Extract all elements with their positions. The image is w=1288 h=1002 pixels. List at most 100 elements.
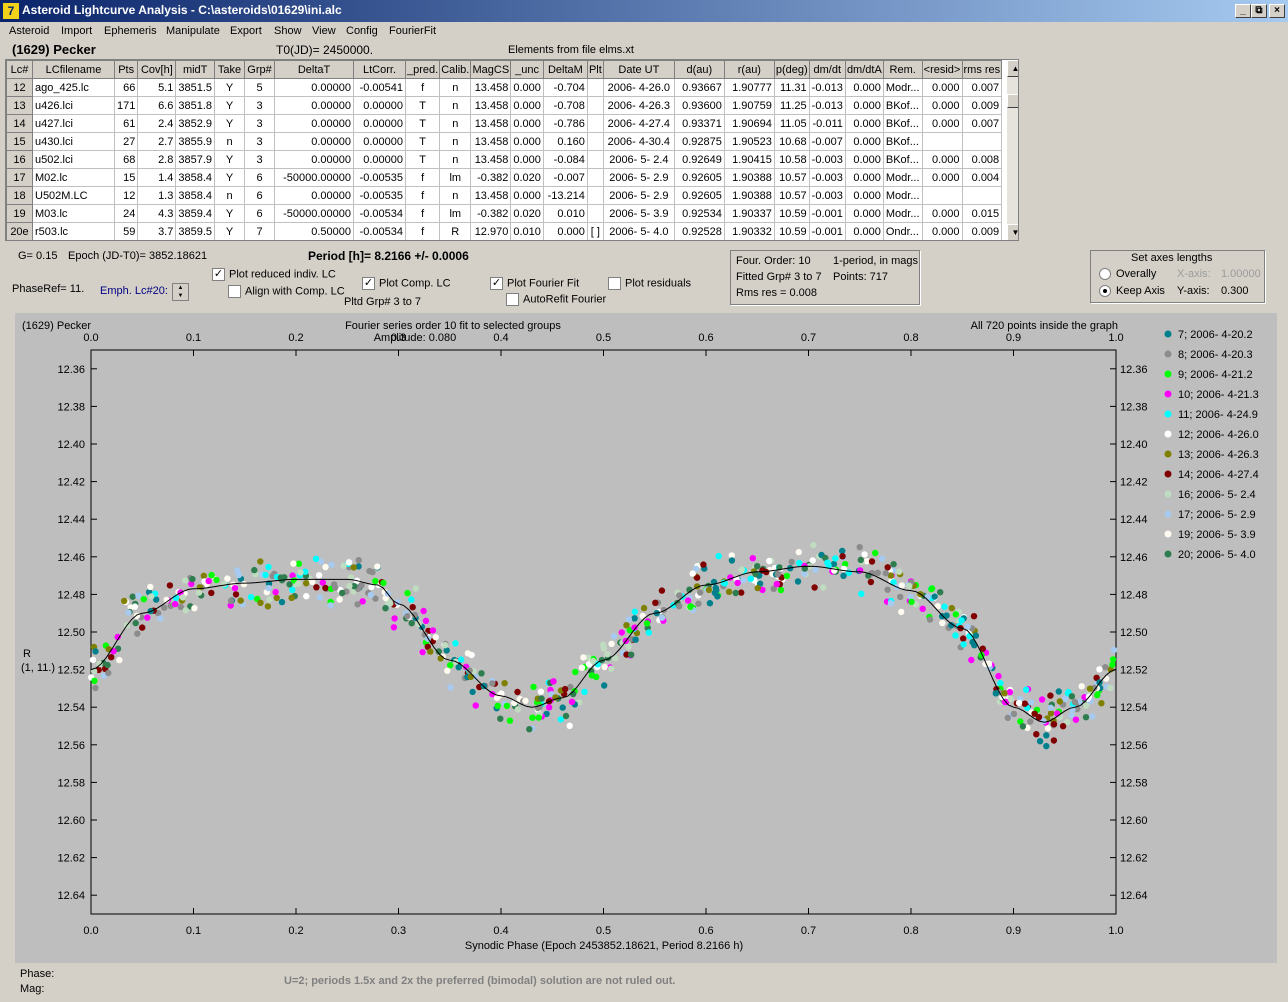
table-cell[interactable]: 3	[244, 114, 276, 133]
table-cell[interactable]: 4.3	[137, 204, 177, 223]
checkbox-box[interactable]: ✓	[490, 277, 503, 290]
table-cell[interactable]: 2006- 5- 3.9	[602, 204, 675, 223]
table-cell[interactable]	[586, 132, 604, 151]
table-row[interactable]: 19 M03.lc 24 4.3 3859.4 Y 6 -50000.00000 -0.0053…	[6, 204, 1003, 223]
table-cell[interactable]: 0.00000	[353, 132, 407, 151]
table-cell[interactable]	[586, 150, 604, 169]
table-cell[interactable]: 10.59	[773, 222, 810, 240]
table-cell[interactable]: M02.lc	[32, 168, 115, 187]
table-cell[interactable]: n	[439, 78, 472, 97]
table-cell[interactable]: -0.011	[808, 114, 846, 133]
table-cell[interactable]: 3	[244, 132, 276, 151]
table-cell[interactable]: -50000.00000	[274, 168, 355, 187]
table-cell[interactable]: BKof...	[882, 132, 923, 151]
table-cell[interactable]: 3859.4	[175, 204, 216, 223]
table-cell[interactable]: -0.013	[808, 78, 846, 97]
restore-button[interactable]: ⧉	[1251, 4, 1267, 18]
close-button[interactable]: ×	[1269, 4, 1285, 18]
table-cell[interactable]: BKof...	[882, 150, 923, 169]
table-cell[interactable]: 0.000	[844, 114, 884, 133]
table-cell[interactable]: u430.lci	[32, 132, 115, 151]
scroll-thumb[interactable]	[1007, 94, 1018, 108]
table-cell[interactable]: u502.lci	[32, 150, 115, 169]
align-checkbox[interactable]: Align with Comp. LC	[228, 285, 345, 298]
table-cell[interactable]: Y	[214, 222, 246, 240]
table-cell[interactable]: 5	[244, 78, 276, 97]
table-cell[interactable]: Modr...	[882, 186, 923, 205]
table-cell[interactable]: 3857.9	[175, 150, 216, 169]
row-header[interactable]: 18	[6, 186, 33, 205]
table-cell[interactable]: -0.00535	[353, 168, 407, 187]
scroll-down-icon[interactable]: ▼	[1007, 224, 1018, 240]
table-cell[interactable]: f	[405, 78, 441, 97]
table-cell[interactable]: 7	[244, 222, 276, 240]
table-cell[interactable]: Y	[214, 168, 246, 187]
column-header[interactable]: rms res	[961, 60, 1003, 79]
table-cell[interactable]: -13.214	[542, 186, 588, 205]
table-cell[interactable]: 61	[113, 114, 139, 133]
table-row[interactable]: 16 u502.lci 68 2.8 3857.9 Y 3 0.00000 0.00000 Tn 1…	[6, 150, 1003, 169]
table-cell[interactable]: 0.000	[921, 96, 963, 115]
table-cell[interactable]: 11.31	[773, 78, 810, 97]
column-header[interactable]: Cov[h]	[137, 60, 177, 79]
xaxis-value[interactable]: 1.00000	[1221, 268, 1261, 280]
table-cell[interactable]: 0.008	[961, 150, 1003, 169]
table-cell[interactable]: 1.90388	[723, 168, 775, 187]
table-cell[interactable]: 0.00000	[274, 96, 355, 115]
checkbox-box[interactable]	[228, 285, 241, 298]
table-cell[interactable]: 6	[244, 168, 276, 187]
table-cell[interactable]: 1.90759	[723, 96, 775, 115]
table-cell[interactable]: 0.000	[510, 78, 544, 97]
table-cell[interactable]	[586, 96, 604, 115]
table-cell[interactable]: -0.013	[808, 96, 846, 115]
column-header[interactable]: Grp#	[244, 60, 276, 79]
minimize-button[interactable]: _	[1235, 4, 1251, 18]
table-cell[interactable]: n	[439, 150, 472, 169]
table-cell[interactable]: 2006- 5- 2.4	[602, 150, 675, 169]
table-cell[interactable]: 10.59	[773, 204, 810, 223]
table-cell[interactable]: 0.50000	[274, 222, 355, 240]
radio-circle[interactable]	[1099, 268, 1111, 281]
checkbox-box[interactable]	[608, 277, 621, 290]
plot-fourier-checkbox[interactable]: ✓ Plot Fourier Fit	[490, 277, 579, 290]
table-cell[interactable]: Ondr...	[882, 222, 923, 240]
table-cell[interactable]: Modr...	[882, 204, 923, 223]
menu-view[interactable]: View	[312, 25, 336, 37]
table-cell[interactable]: 0.92605	[673, 168, 725, 187]
table-cell[interactable]: n	[214, 132, 246, 151]
table-cell[interactable]: 0.000	[921, 168, 963, 187]
table-cell[interactable]: n	[214, 186, 246, 205]
table-cell[interactable]: 0.010	[510, 222, 544, 240]
table-cell[interactable]: 1.90415	[723, 150, 775, 169]
spin-up-icon[interactable]: ▲	[173, 284, 188, 292]
table-cell[interactable]: -0.704	[542, 78, 588, 97]
table-cell[interactable]: 0.000	[510, 186, 544, 205]
table-cell[interactable]: 2006- 4-26.3	[602, 96, 675, 115]
table-cell[interactable]: 12	[113, 186, 139, 205]
table-cell[interactable]: 0.92605	[673, 186, 725, 205]
column-header[interactable]: MagCS	[470, 60, 512, 79]
column-header[interactable]: LtCorr.	[353, 60, 407, 79]
table-cell[interactable]: 3852.9	[175, 114, 216, 133]
column-header[interactable]: dm/dt	[808, 60, 846, 79]
table-cell[interactable]: -50000.00000	[274, 204, 355, 223]
table-cell[interactable]: 0.020	[510, 204, 544, 223]
menu-show[interactable]: Show	[274, 25, 302, 37]
table-cell[interactable]	[586, 186, 604, 205]
row-header[interactable]: 15	[6, 132, 33, 151]
column-header[interactable]: DeltaT	[274, 60, 355, 79]
column-header[interactable]: Pts	[113, 60, 139, 79]
table-cell[interactable]: 10.58	[773, 150, 810, 169]
table-row[interactable]: 14 u427.lci 61 2.4 3852.9 Y 3 0.00000 0.00000 Tn 1…	[6, 114, 1003, 133]
table-cell[interactable]: 0.000	[510, 132, 544, 151]
table-cell[interactable]: ago_425.lc	[32, 78, 115, 97]
table-cell[interactable]: 0.000	[921, 150, 963, 169]
table-cell[interactable]: -0.00534	[353, 204, 407, 223]
table-cell[interactable]: Y	[214, 150, 246, 169]
table-cell[interactable]: 3	[244, 96, 276, 115]
table-cell[interactable]: -0.001	[808, 204, 846, 223]
table-cell[interactable]: T	[405, 114, 441, 133]
table-cell[interactable]: 0.160	[542, 132, 588, 151]
column-header[interactable]: Take	[214, 60, 246, 79]
table-cell[interactable]: 0.000	[844, 186, 884, 205]
